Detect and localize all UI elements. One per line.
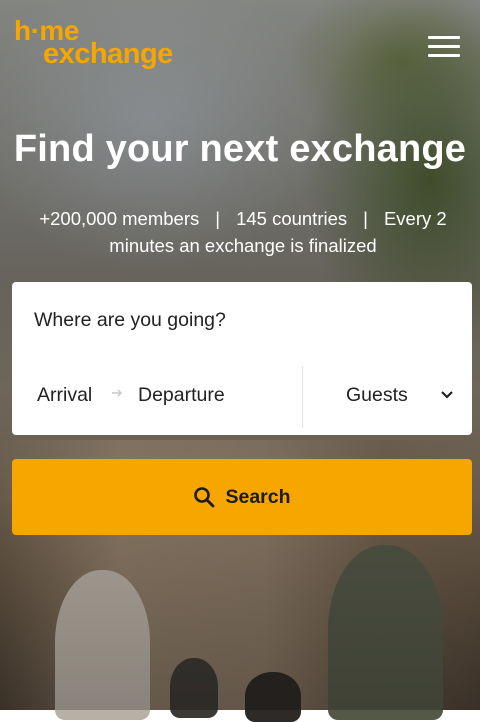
page-title: Find your next exchange	[13, 128, 467, 170]
departure-date-field[interactable]: Departure	[138, 384, 225, 407]
stat-countries: 145 countries	[236, 208, 348, 229]
arrival-date-field[interactable]: Arrival	[37, 384, 92, 407]
brand-logo[interactable]: h·me exchange	[14, 17, 173, 70]
stat-separator: |	[215, 208, 221, 229]
arrow-right-icon	[112, 389, 122, 397]
stat-members: +200,000 members	[39, 208, 200, 229]
guests-label: Guests	[346, 384, 408, 406]
search-icon	[194, 487, 215, 508]
guests-select[interactable]: Guests	[303, 364, 472, 428]
destination-input[interactable]	[34, 304, 444, 336]
logo-text-exchange: exchange	[43, 38, 173, 70]
hamburger-menu-icon[interactable]	[428, 36, 460, 58]
stat-separator: |	[363, 208, 368, 229]
search-button-label: Search	[225, 485, 291, 508]
search-form-card: Arrival Departure Guests	[12, 282, 472, 435]
search-button[interactable]: Search	[12, 459, 472, 535]
chevron-down-icon	[441, 391, 453, 399]
hero-stats: +200,000 members | 145 countries | Every 2 m…	[22, 205, 464, 259]
date-range-picker[interactable]: Arrival Departure	[12, 364, 302, 428]
